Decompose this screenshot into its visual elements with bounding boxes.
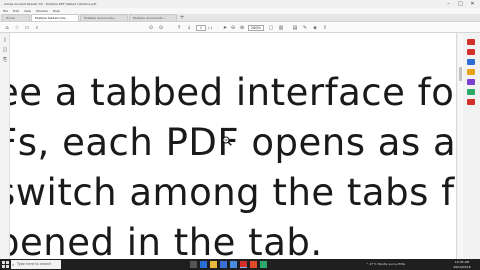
- document-line-3: switch among the tabs fr: [10, 171, 456, 214]
- search-icon: ⌕: [12, 262, 15, 267]
- fill-sign-icon[interactable]: [467, 99, 475, 105]
- tab-document-3[interactable]: Multiple documents...: [129, 14, 177, 21]
- menu-file[interactable]: File: [3, 9, 8, 13]
- organize-pages-icon[interactable]: [467, 89, 475, 95]
- star-icon[interactable]: ☆: [14, 25, 20, 31]
- home-icon[interactable]: ⌂: [4, 25, 10, 31]
- windows-start-icon[interactable]: [2, 261, 9, 268]
- menu-edit[interactable]: Edit: [13, 9, 19, 13]
- tab-document-2[interactable]: Multiple documents...: [80, 14, 128, 21]
- print-icon[interactable]: ▭: [24, 25, 30, 31]
- window-title: Adobe Acrobat Reader DC - Multiple PDF t…: [4, 2, 97, 6]
- tab-active-document[interactable]: Multiple tabbed inte...: [31, 14, 79, 21]
- menu-window[interactable]: Window: [36, 9, 48, 13]
- scrollbar-thumb[interactable]: [459, 67, 462, 81]
- menu-view[interactable]: View: [24, 9, 31, 13]
- document-line-4: pened in the tab.: [10, 221, 323, 259]
- zoom-out-icon[interactable]: ⊖: [230, 25, 236, 31]
- share-icon[interactable]: ⇪: [322, 25, 328, 31]
- taskbar-search-box[interactable]: ⌕ Type here to search: [11, 260, 61, 269]
- toolbar: ⌂ ☆ ▭ ⌕ ⊙ ⊙ ↑ ↓ 1 / 1 ➤ ⊖ ⊕ 260% ▢ ▥ ▤ ✎…: [0, 23, 480, 33]
- menu-help[interactable]: Help: [53, 9, 60, 13]
- attachment-icon[interactable]: ⎘: [2, 57, 8, 63]
- new-tab-icon[interactable]: +: [178, 14, 186, 21]
- task-view-icon[interactable]: [190, 261, 197, 268]
- taskbar: ⌕ Type here to search ^ 27°C Mostly sunn…: [0, 259, 480, 270]
- document-line-2: Fs, each PDF opens as a: [10, 121, 456, 164]
- acrobat-taskbar-icon[interactable]: [240, 261, 247, 268]
- scroll-mode-icon[interactable]: ▥: [278, 25, 284, 31]
- pen-icon[interactable]: ✎: [302, 25, 308, 31]
- magnifier-cursor-icon: [222, 136, 232, 146]
- mail-icon[interactable]: [230, 261, 237, 268]
- maximize-button[interactable]: □: [456, 0, 465, 8]
- title-bar: Adobe Acrobat Reader DC - Multiple PDF t…: [0, 0, 480, 8]
- page-number-input[interactable]: 1: [196, 25, 206, 31]
- fit-page-icon[interactable]: ▢: [268, 25, 274, 31]
- document-line-1: ee a tabbed interface for: [10, 71, 456, 114]
- search-tool-icon[interactable]: ⌕: [34, 25, 40, 31]
- vertical-scrollbar[interactable]: [458, 33, 463, 259]
- highlight-icon[interactable]: ◈: [312, 25, 318, 31]
- store-icon[interactable]: [220, 261, 227, 268]
- bookmark-icon[interactable]: ◫: [2, 47, 8, 53]
- excel-icon[interactable]: [260, 261, 267, 268]
- comment-icon[interactable]: ▤: [292, 25, 298, 31]
- file-explorer-icon[interactable]: [210, 261, 217, 268]
- left-navigation-rail: ▯ ◫ ⎘: [0, 33, 10, 259]
- edge-browser-icon[interactable]: [200, 261, 207, 268]
- comment-tool-icon[interactable]: [467, 69, 475, 75]
- clock[interactable]: 10:32 AM 2021/03/16: [450, 260, 474, 269]
- tab-bar: Home Multiple tabbed inte... Multiple do…: [0, 14, 480, 22]
- combine-files-icon[interactable]: [467, 79, 475, 85]
- up-arrow-icon[interactable]: ↑: [176, 25, 182, 31]
- export-pdf-icon[interactable]: [467, 39, 475, 45]
- clock-date: 2021/03/16: [453, 264, 471, 269]
- minimize-button[interactable]: –: [444, 0, 453, 8]
- search-placeholder: Type here to search: [17, 262, 52, 266]
- chrome-icon[interactable]: [250, 261, 257, 268]
- system-tray[interactable]: ^ 27°C Mostly sunny ENG: [366, 259, 405, 270]
- select-cursor-icon[interactable]: ➤: [222, 25, 228, 31]
- zoom-in-icon[interactable]: ⊕: [239, 25, 245, 31]
- edit-pdf-icon[interactable]: [467, 59, 475, 65]
- down-arrow-icon[interactable]: ↓: [186, 25, 192, 31]
- next-page-icon[interactable]: ⊙: [158, 25, 164, 31]
- page-total: / 1: [208, 26, 213, 30]
- page-thumbnails-icon[interactable]: ▯: [2, 37, 8, 43]
- right-tools-panel: [456, 33, 480, 259]
- acrobat-window: Adobe Acrobat Reader DC - Multiple PDF t…: [0, 0, 480, 270]
- zoom-level-input[interactable]: 260%: [248, 25, 264, 31]
- document-view[interactable]: ee a tabbed interface for Fs, each PDF o…: [10, 33, 456, 259]
- prev-page-icon[interactable]: ⊙: [148, 25, 154, 31]
- close-button[interactable]: ✕: [468, 0, 477, 8]
- create-pdf-icon[interactable]: [467, 49, 475, 55]
- tab-home[interactable]: Home: [2, 14, 30, 21]
